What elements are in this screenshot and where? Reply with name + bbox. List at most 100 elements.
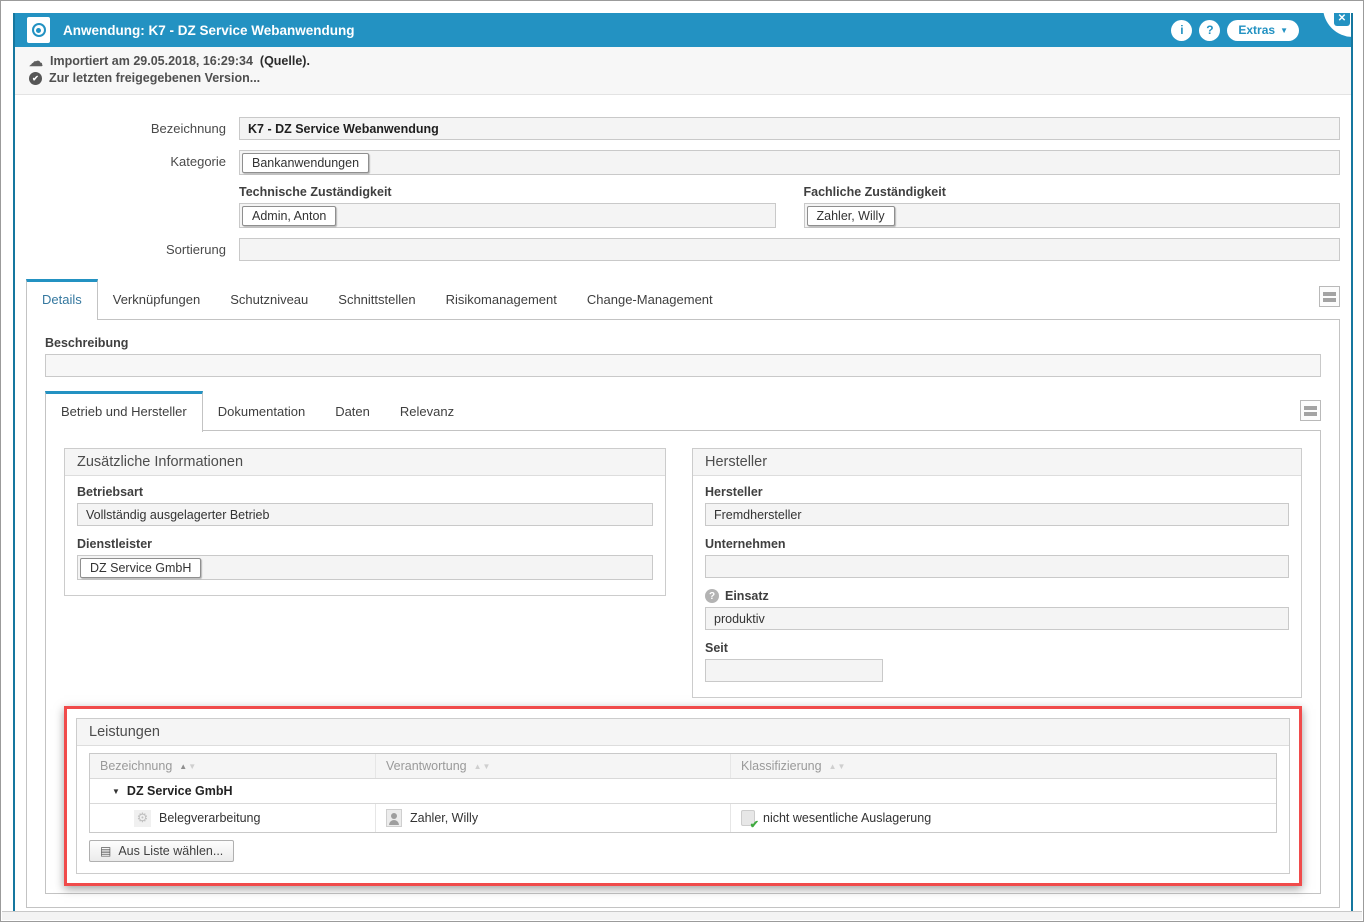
imported-line: ☁ Importiert am 29.05.2018, 16:29:34 (Qu… xyxy=(29,53,1337,70)
dienstleister-chip[interactable]: DZ Service GmbH xyxy=(80,558,201,578)
tab-change-management[interactable]: Change-Management xyxy=(572,280,728,319)
close-button[interactable]: ✕ xyxy=(1334,13,1350,26)
bezeichnung-label: Bezeichnung xyxy=(15,117,239,140)
classification-check-icon: ✔ xyxy=(741,810,755,826)
cell-klassifizierung[interactable]: ✔ nicht wesentliche Auslagerung xyxy=(730,804,1276,832)
technische-chip[interactable]: Admin, Anton xyxy=(242,206,336,226)
chevron-down-icon: ▼ xyxy=(1280,26,1288,35)
bottom-strip xyxy=(2,911,1362,920)
extras-button[interactable]: Extras ▼ xyxy=(1227,20,1299,41)
hersteller-field[interactable]: Fremdhersteller xyxy=(705,503,1289,526)
cell-bezeichnung[interactable]: ⚙ Belegverarbeitung xyxy=(90,804,375,832)
zusatz-panel: Zusätzliche Informationen Betriebsart Vo… xyxy=(64,448,666,596)
titlebar: Anwendung: K7 - DZ Service Webanwendung … xyxy=(15,13,1351,47)
page-title: Anwendung: K7 - DZ Service Webanwendung xyxy=(63,23,355,38)
column-header-verantwortung[interactable]: Verantwortung ▲▼ xyxy=(375,754,730,778)
sortierung-label: Sortierung xyxy=(15,238,239,261)
leistungen-table: Bezeichnung ▲▼ Verantwortung ▲▼ Klassifi… xyxy=(89,753,1277,833)
application-icon xyxy=(27,17,50,43)
bars-icon xyxy=(1304,406,1317,410)
beschreibung-field[interactable] xyxy=(45,354,1321,377)
zusatz-panel-title: Zusätzliche Informationen xyxy=(65,449,665,476)
table-row[interactable]: ⚙ Belegverarbeitung Zahler, Willy ✔ xyxy=(90,803,1276,832)
imported-source-link[interactable]: (Quelle). xyxy=(260,53,310,70)
help-button[interactable]: ? xyxy=(1199,20,1220,41)
bars-icon xyxy=(1323,292,1336,296)
panel-toggle-button[interactable] xyxy=(1319,286,1340,307)
info-button[interactable]: i xyxy=(1171,20,1192,41)
subtab-betrieb-und-hersteller[interactable]: Betrieb und Hersteller xyxy=(45,391,203,432)
subtab-daten[interactable]: Daten xyxy=(320,392,385,431)
gear-icon: ⚙ xyxy=(134,810,151,827)
einsatz-field[interactable]: produktiv xyxy=(705,607,1289,630)
sort-icon[interactable]: ▲▼ xyxy=(179,762,196,771)
form-area: Bezeichnung K7 - DZ Service Webanwendung… xyxy=(15,95,1351,261)
cell-verantwortung[interactable]: Zahler, Willy xyxy=(375,804,730,832)
collapse-caret-icon: ▼ xyxy=(112,787,120,796)
hersteller-panel-title: Hersteller xyxy=(693,449,1301,476)
spacer-label xyxy=(15,185,239,228)
leistungen-panel-title: Leistungen xyxy=(77,719,1289,746)
close-icon: ✕ xyxy=(1338,13,1346,24)
einsatz-label: Einsatz xyxy=(725,589,769,603)
details-pane: Beschreibung Betrieb und Hersteller Doku… xyxy=(26,319,1340,908)
column-header-bezeichnung[interactable]: Bezeichnung ▲▼ xyxy=(90,754,375,778)
page: Anwendung: K7 - DZ Service Webanwendung … xyxy=(0,0,1364,922)
kategorie-field[interactable]: Bankanwendungen xyxy=(239,150,1340,175)
kategorie-chip[interactable]: Bankanwendungen xyxy=(242,153,369,173)
subtab-relevanz[interactable]: Relevanz xyxy=(385,392,469,431)
group-row[interactable]: ▼ DZ Service GmbH xyxy=(90,778,1276,803)
subtab-dokumentation[interactable]: Dokumentation xyxy=(203,392,320,431)
aus-liste-waehlen-button[interactable]: ▤ Aus Liste wählen... xyxy=(89,840,234,862)
dienstleister-field[interactable]: DZ Service GmbH xyxy=(77,555,653,580)
betrieb-hersteller-pane: Zusätzliche Informationen Betriebsart Vo… xyxy=(45,430,1321,894)
seit-field[interactable] xyxy=(705,659,883,682)
tab-details[interactable]: Details xyxy=(26,279,98,320)
version-line: ✔ Zur letzten freigegebenen Version... xyxy=(29,70,1337,87)
fachliche-chip[interactable]: Zahler, Willy xyxy=(807,206,895,226)
group-label: DZ Service GmbH xyxy=(127,784,233,798)
unternehmen-field[interactable] xyxy=(705,555,1289,578)
subpanel-toggle-button[interactable] xyxy=(1300,400,1321,421)
fachliche-field[interactable]: Zahler, Willy xyxy=(804,203,1341,228)
target-icon xyxy=(32,23,46,37)
extras-label: Extras xyxy=(1238,23,1275,37)
sort-icon[interactable]: ▲▼ xyxy=(829,762,846,771)
version-link[interactable]: Zur letzten freigegebenen Version... xyxy=(49,70,260,87)
person-icon xyxy=(386,809,402,827)
highlight-rectangle: Leistungen Bezeichnung ▲▼ Verantwortun xyxy=(64,706,1302,886)
seit-label: Seit xyxy=(705,641,1289,655)
check-circle-icon: ✔ xyxy=(29,72,42,85)
sortierung-field[interactable] xyxy=(239,238,1340,261)
app-window: Anwendung: K7 - DZ Service Webanwendung … xyxy=(13,13,1353,911)
cloud-download-icon: ☁ xyxy=(29,53,43,70)
einsatz-help-icon[interactable]: ? xyxy=(705,589,719,603)
technische-label: Technische Zuständigkeit xyxy=(239,185,776,199)
hersteller-label: Hersteller xyxy=(705,485,1289,499)
betriebsart-field[interactable]: Vollständig ausgelagerter Betrieb xyxy=(77,503,653,526)
dienstleister-label: Dienstleister xyxy=(77,537,653,551)
table-header-row: Bezeichnung ▲▼ Verantwortung ▲▼ Klassifi… xyxy=(90,754,1276,778)
technische-field[interactable]: Admin, Anton xyxy=(239,203,776,228)
unternehmen-label: Unternehmen xyxy=(705,537,1289,551)
imported-text: Importiert am 29.05.2018, 16:29:34 xyxy=(50,53,253,70)
tab-risikomanagement[interactable]: Risikomanagement xyxy=(431,280,572,319)
leistungen-panel: Leistungen Bezeichnung ▲▼ Verantwortun xyxy=(76,718,1290,874)
import-strip: ☁ Importiert am 29.05.2018, 16:29:34 (Qu… xyxy=(15,47,1351,95)
tab-schnittstellen[interactable]: Schnittstellen xyxy=(323,280,430,319)
fachliche-label: Fachliche Zuständigkeit xyxy=(804,185,1341,199)
sort-icon[interactable]: ▲▼ xyxy=(474,762,491,771)
tab-schutzniveau[interactable]: Schutzniveau xyxy=(215,280,323,319)
kategorie-label: Kategorie xyxy=(15,150,239,175)
betriebsart-label: Betriebsart xyxy=(77,485,653,499)
info-icon: i xyxy=(1180,23,1183,37)
sub-tabs: Betrieb und Hersteller Dokumentation Dat… xyxy=(45,391,1321,431)
hersteller-panel: Hersteller Hersteller Fremdhersteller Un… xyxy=(692,448,1302,698)
bezeichnung-field[interactable]: K7 - DZ Service Webanwendung xyxy=(239,117,1340,140)
column-header-klassifizierung[interactable]: Klassifizierung ▲▼ xyxy=(730,754,1276,778)
titlebar-actions: i ? Extras ▼ xyxy=(1171,20,1339,41)
tab-verknuepfungen[interactable]: Verknüpfungen xyxy=(98,280,215,319)
beschreibung-label: Beschreibung xyxy=(45,336,1321,350)
list-icon: ▤ xyxy=(100,844,111,858)
help-icon: ? xyxy=(1206,23,1213,37)
